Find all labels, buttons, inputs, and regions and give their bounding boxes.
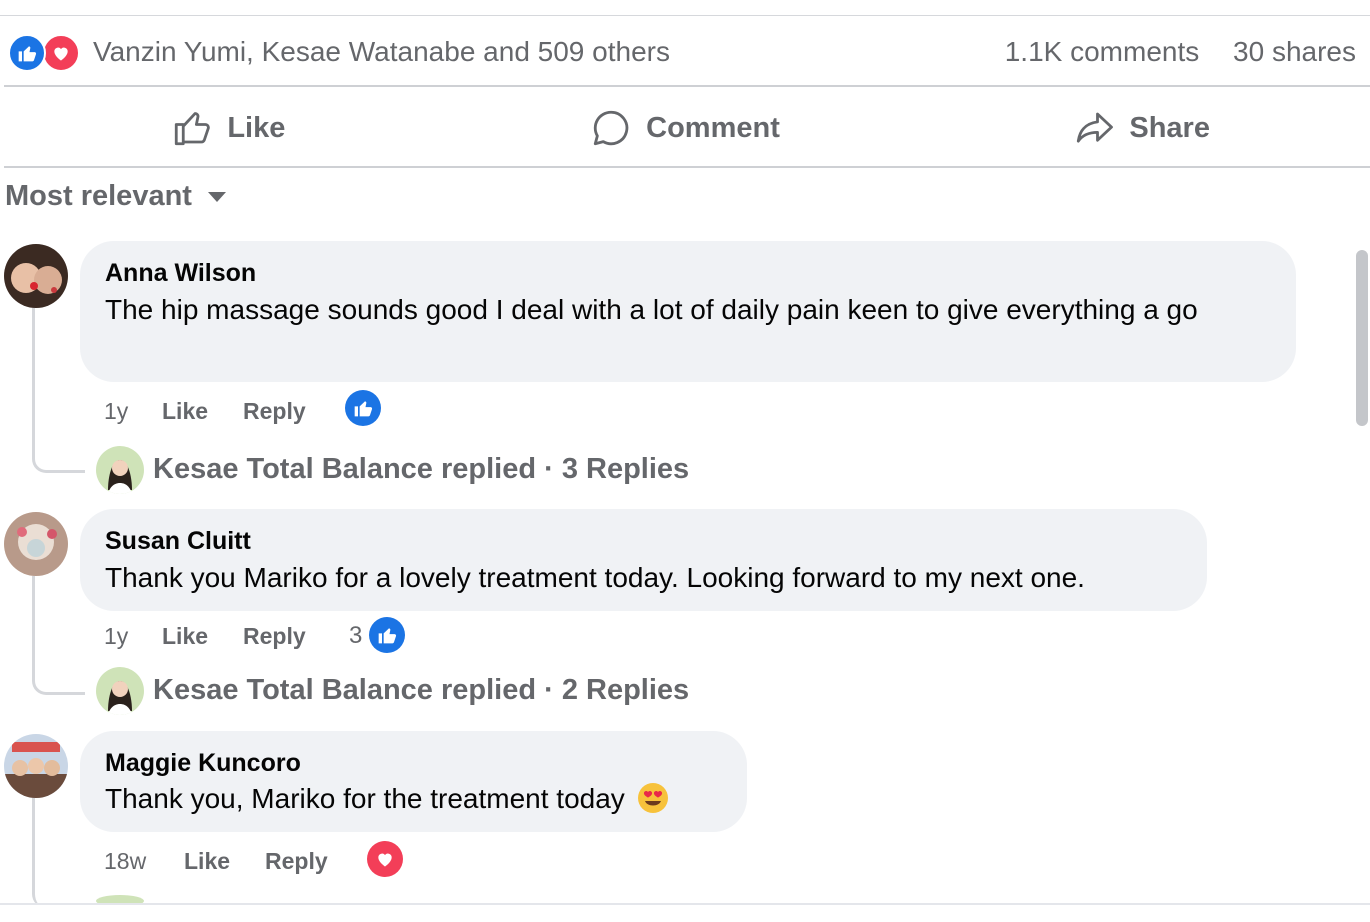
like-icon[interactable] <box>345 390 381 426</box>
top-divider <box>0 15 1370 16</box>
heart-eyes-emoji <box>637 783 668 813</box>
replier-avatar <box>96 667 144 715</box>
caret-down-icon <box>207 191 226 202</box>
comment-timestamp[interactable]: 1y <box>104 398 128 425</box>
comment-timestamp[interactable]: 1y <box>104 623 128 650</box>
reactors-names[interactable]: Vanzin Yumi, Kesae Watanabe and 509 othe… <box>93 34 670 70</box>
comment-text: Thank you Mariko for a lovely treatment … <box>105 562 1085 593</box>
summary-divider <box>4 85 1370 87</box>
comment-like-button[interactable]: Like <box>162 398 208 425</box>
comment-bubble: Anna Wilson The hip massage sounds good … <box>80 241 1296 382</box>
avatar[interactable] <box>4 244 68 308</box>
viewport-bottom-edge <box>0 903 1370 922</box>
comment-text: Thank you, Mariko for the treatment toda… <box>105 783 625 814</box>
reaction-icons[interactable] <box>8 34 82 72</box>
shares-count[interactable]: 30 shares <box>1233 36 1356 67</box>
avatar[interactable] <box>4 512 68 576</box>
comment-text: The hip massage sounds good I deal with … <box>105 294 1198 325</box>
reactions-summary: Vanzin Yumi, Kesae Watanabe and 509 othe… <box>0 17 1370 87</box>
thread-line <box>32 798 85 908</box>
comment-author[interactable]: Anna Wilson <box>105 259 256 288</box>
avatar[interactable] <box>4 734 68 798</box>
speech-bubble-icon <box>593 110 629 146</box>
comment-text-line: Thank you, Mariko for the treatment toda… <box>105 779 669 819</box>
engagement-counts: 1.1K comments 30 shares <box>1005 34 1356 70</box>
action-bar: Like Comment Share <box>0 88 1370 168</box>
scrollbar-thumb[interactable] <box>1356 250 1368 426</box>
thumbs-up-icon <box>175 112 211 146</box>
comment-timestamp[interactable]: 18w <box>104 848 146 875</box>
thread-line <box>32 576 85 695</box>
share-label: Share <box>1129 111 1210 144</box>
comment-label: Comment <box>646 111 780 144</box>
thread-line <box>32 308 85 473</box>
comment-author[interactable]: Susan Cluitt <box>105 527 251 556</box>
view-replies-link[interactable]: Kesae Total Balance replied · 2 Replies <box>153 674 689 707</box>
like-label: Like <box>227 111 286 144</box>
love-icon <box>42 34 80 72</box>
comment-reply-button[interactable]: Reply <box>265 848 328 875</box>
replier-avatar <box>96 446 144 494</box>
reaction-count[interactable]: 3 <box>349 622 362 650</box>
comment-reply-button[interactable]: Reply <box>243 623 306 650</box>
view-replies-link[interactable]: Kesae Total Balance replied · 3 Replies <box>153 453 689 486</box>
like-button[interactable]: Like <box>0 88 457 168</box>
sort-label: Most relevant <box>5 180 192 212</box>
share-button[interactable]: Share <box>913 88 1370 168</box>
comment-like-button[interactable]: Like <box>184 848 230 875</box>
love-icon[interactable] <box>367 841 403 877</box>
comment-bubble: Maggie Kuncoro Thank you, Mariko for the… <box>80 731 747 832</box>
comment-reply-button[interactable]: Reply <box>243 398 306 425</box>
actions-divider <box>4 166 1370 168</box>
share-arrow-icon <box>1077 112 1114 143</box>
comment-author[interactable]: Maggie Kuncoro <box>105 749 301 778</box>
comment-button[interactable]: Comment <box>457 88 914 168</box>
comments-count[interactable]: 1.1K comments <box>1005 36 1200 67</box>
comment-like-button[interactable]: Like <box>162 623 208 650</box>
comment-bubble: Susan Cluitt Thank you Mariko for a love… <box>80 509 1207 611</box>
like-icon <box>8 34 46 72</box>
comment-sort-dropdown[interactable]: Most relevant <box>5 180 226 213</box>
like-icon[interactable] <box>369 617 405 653</box>
